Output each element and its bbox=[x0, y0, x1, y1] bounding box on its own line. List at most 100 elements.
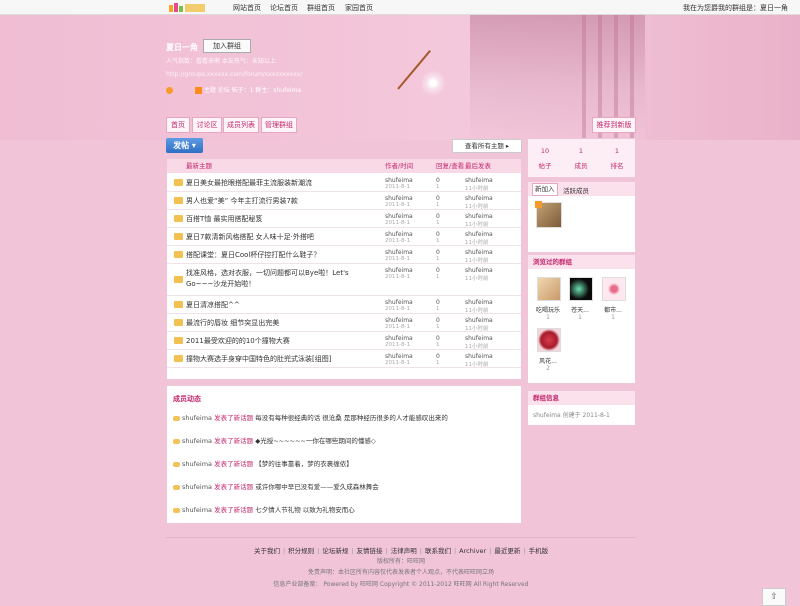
activity-user[interactable]: shufeima bbox=[182, 414, 212, 422]
activity-text[interactable]: 【梦的往事靠着，梦的衣裹缠侬】 bbox=[255, 460, 353, 468]
topic-author[interactable]: shufeima bbox=[385, 213, 413, 220]
tab-active-members[interactable]: 活跃成员 bbox=[563, 185, 589, 195]
topic-last-poster[interactable]: shufeima bbox=[465, 267, 493, 274]
visited-group-count: 1 bbox=[578, 314, 582, 321]
tab-new-members[interactable]: 新加入 bbox=[532, 183, 558, 196]
topic-last-poster[interactable]: shufeima bbox=[465, 335, 493, 342]
topic-author[interactable]: shufeima bbox=[385, 267, 413, 274]
topic-last-poster[interactable]: shufeima bbox=[465, 213, 493, 220]
topic-title[interactable]: 2011最受欢迎的的10个撞物大赛 bbox=[186, 336, 376, 347]
tab-manage[interactable]: 管理群组 bbox=[261, 117, 297, 133]
table-row[interactable]: 最流行的唇妆 细节突显出完美 shufeima 2011-8-1 0 1 shufeima… bbox=[167, 314, 521, 332]
topic-title[interactable]: 男人也爱“美” 今年主打流行男装7款 bbox=[186, 196, 376, 207]
activity-text[interactable]: 每没有每种很经典的话 很沧桑 是那种经历很多的人才能感叹出来的 bbox=[255, 414, 448, 422]
visited-group-thumb[interactable] bbox=[537, 328, 561, 352]
table-row[interactable]: 夏日美女最抢眼搭配最菲主流服装新潮流 shufeima 2011-8-1 0 1 shuf… bbox=[167, 174, 521, 192]
topic-last-poster[interactable]: shufeima bbox=[465, 353, 493, 360]
topic-last-poster[interactable]: shufeima bbox=[465, 195, 493, 202]
topnav-space-home[interactable]: 家园首页 bbox=[345, 3, 373, 13]
activity-text[interactable]: 七夕情人节礼物 以致为礼物安而心 bbox=[255, 506, 355, 514]
footer-link[interactable]: 联系我们 bbox=[425, 547, 451, 555]
topnav-forum-home[interactable]: 论坛首页 bbox=[270, 3, 298, 13]
visited-group-thumb[interactable] bbox=[602, 277, 626, 301]
topic-title[interactable]: 撞物大赛选手身穿中国特色的肚兜式泳装[组图] bbox=[186, 354, 376, 365]
topic-title[interactable]: 夏日清凉搭配^^ bbox=[186, 300, 376, 311]
speech-bubble-icon bbox=[173, 438, 180, 444]
activity-text[interactable]: 或许你哪中早已没有爱——爱久成森林舞会 bbox=[255, 483, 379, 491]
activity-user[interactable]: shufeima bbox=[182, 460, 212, 468]
site-logo[interactable] bbox=[168, 1, 206, 13]
visited-groups-title: 浏览过的群组 bbox=[528, 255, 635, 269]
table-row[interactable]: 找准风格，选对衣服，一切问题都可以Bye啦！Let's Go~~~沙龙开始啦！ s… bbox=[167, 264, 521, 296]
rss-icon[interactable] bbox=[194, 87, 202, 94]
topic-author[interactable]: shufeima bbox=[385, 353, 413, 360]
topic-last-poster[interactable]: shufeima bbox=[465, 317, 493, 324]
footer-link[interactable]: 法律声明 bbox=[391, 547, 417, 555]
topic-author[interactable]: shufeima bbox=[385, 317, 413, 324]
table-row[interactable]: 百搭T恤 最实用搭配秘笈 shufeima 2011-8-1 0 1 shufeima 11… bbox=[167, 210, 521, 228]
table-row[interactable]: 2011最受欢迎的的10个撞物大赛 shufeima 2011-8-1 0 1 shufe… bbox=[167, 332, 521, 350]
topic-title[interactable]: 夏日美女最抢眼搭配最菲主流服装新潮流 bbox=[186, 178, 376, 189]
visited-group-label[interactable]: 都市... bbox=[598, 305, 628, 314]
group-meta: 人气指数：看看来啊 本友热气：未知以上 bbox=[166, 58, 276, 65]
footer-link[interactable]: 友情链接 bbox=[357, 547, 383, 555]
topic-title[interactable]: 百搭T恤 最实用搭配秘笈 bbox=[186, 214, 376, 225]
activity-text[interactable]: ◆光授~~~~~~一你在哪些期间的懂感◇ bbox=[255, 437, 376, 445]
topic-views: 1 bbox=[436, 342, 440, 348]
topic-date: 2011-8-1 bbox=[385, 324, 410, 330]
tab-members[interactable]: 成员列表 bbox=[223, 117, 259, 133]
topic-author[interactable]: shufeima bbox=[385, 177, 413, 184]
topic-title[interactable]: 夏日7款清新风格搭配 女人味十足·外搭吧 bbox=[186, 232, 376, 243]
topic-last-poster[interactable]: shufeima bbox=[465, 177, 493, 184]
table-row[interactable]: 撞物大赛选手身穿中国特色的肚兜式泳装[组图] shufeima 2011-8-1 0 1… bbox=[167, 350, 521, 368]
table-row[interactable]: 夏日7款清新风格搭配 女人味十足·外搭吧 shufeima 2011-8-1 0 1 sh… bbox=[167, 228, 521, 246]
group-url[interactable]: http://groups.xxxxxx.com/forum/xxxxxxxxx… bbox=[166, 71, 302, 78]
visited-group-label[interactable]: 苍天... bbox=[565, 305, 595, 314]
post-button[interactable]: 发帖 ▾ bbox=[166, 138, 203, 153]
topic-author[interactable]: shufeima bbox=[385, 195, 413, 202]
topnav-site-home[interactable]: 网站首页 bbox=[233, 3, 261, 13]
post-label: 发帖 bbox=[173, 141, 190, 150]
footer-link[interactable]: 论坛新规 bbox=[322, 547, 348, 555]
new-members-box: 新加入 活跃成员 bbox=[527, 181, 636, 253]
tab-forum[interactable]: 讨论区 bbox=[192, 117, 222, 133]
visited-group-label[interactable]: 风花... bbox=[533, 356, 563, 365]
table-row[interactable]: 男人也爱“美” 今年主打流行男装7款 shufeima 2011-8-1 0 1 shuf… bbox=[167, 192, 521, 210]
topic-author[interactable]: shufeima bbox=[385, 249, 413, 256]
activity-user[interactable]: shufeima bbox=[182, 437, 212, 445]
visited-group-label[interactable]: 吃喝玩乐 bbox=[533, 305, 563, 314]
table-row[interactable]: 搭配课堂：夏日Cool杯仔控打配什么鞋子？ shufeima 2011-8-1 0 1 s… bbox=[167, 246, 521, 264]
activity-user[interactable]: shufeima bbox=[182, 506, 212, 514]
visited-group-thumb[interactable] bbox=[537, 277, 561, 301]
activity-item: shufeima 发表了新话题 【梦的往事靠着，梦的衣裹缠侬】 bbox=[173, 458, 353, 468]
join-group-button[interactable]: 加入群组 bbox=[203, 39, 251, 53]
topic-last-poster[interactable]: shufeima bbox=[465, 249, 493, 256]
topic-title[interactable]: 找准风格，选对衣服，一切问题都可以Bye啦！Let's Go~~~沙龙开始啦！ bbox=[186, 268, 376, 290]
topic-title[interactable]: 最流行的唇妆 细节突显出完美 bbox=[186, 318, 376, 329]
footer-link[interactable]: 手机版 bbox=[529, 547, 549, 555]
visited-group-thumb[interactable] bbox=[569, 277, 593, 301]
topic-last-poster[interactable]: shufeima bbox=[465, 299, 493, 306]
footer-link[interactable]: 关于我们 bbox=[254, 547, 280, 555]
topic-author[interactable]: shufeima bbox=[385, 299, 413, 306]
recommend-button[interactable]: 推荐到新版 bbox=[592, 117, 636, 133]
topnav-group-home[interactable]: 群组首页 bbox=[307, 3, 335, 13]
back-to-top-button[interactable]: ⇧ bbox=[762, 588, 786, 606]
topic-last-poster[interactable]: shufeima bbox=[465, 231, 493, 238]
back-to-top-icon: ⇧ bbox=[770, 592, 778, 602]
footer-link[interactable]: Archiver bbox=[459, 547, 486, 555]
star-icon bbox=[166, 87, 173, 94]
topic-author[interactable]: shufeima bbox=[385, 231, 413, 238]
topic-author[interactable]: shufeima bbox=[385, 335, 413, 342]
table-row[interactable]: 夏日清凉搭配^^ shufeima 2011-8-1 0 1 shufeima 11小时前 bbox=[167, 296, 521, 314]
activity-user[interactable]: shufeima bbox=[182, 483, 212, 491]
view-all-topics-button[interactable]: 查看所有主题 ▸ bbox=[452, 139, 522, 153]
topic-views: 1 bbox=[436, 324, 440, 330]
topic-date: 2011-8-1 bbox=[385, 184, 410, 190]
topnav-right-text[interactable]: 我在为您爵我的群组是：夏日一角 bbox=[683, 3, 788, 13]
tab-home[interactable]: 首页 bbox=[166, 117, 190, 133]
visited-groups-box: 浏览过的群组 吃喝玩乐 1 苍天... 1 都市... 1 风花... 2 bbox=[527, 254, 636, 384]
footer-link[interactable]: 最近更新 bbox=[494, 547, 520, 555]
topic-title[interactable]: 搭配课堂：夏日Cool杯仔控打配什么鞋子？ bbox=[186, 250, 376, 261]
footer-link[interactable]: 积分规则 bbox=[288, 547, 314, 555]
